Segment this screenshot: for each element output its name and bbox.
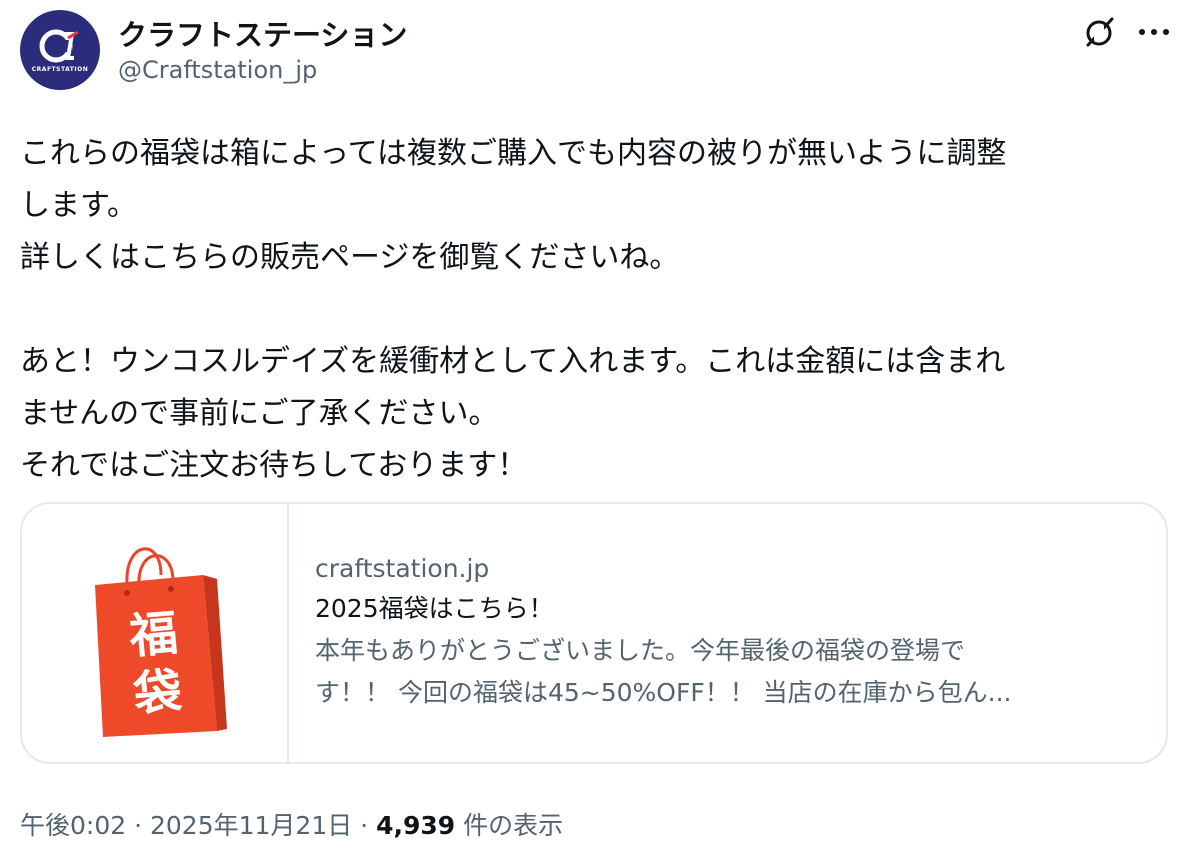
- tweet-paragraph: あと！ウンコスルデイズを緩衝材として入れます。これは金額には含まれ ませんので事…: [20, 344, 1006, 483]
- more-options-icon[interactable]: [1134, 14, 1174, 50]
- link-card[interactable]: 福 袋 craftstation.jp 2025福袋はこちら！ 本年もありがとう…: [20, 502, 1168, 764]
- tweet-paragraph: これらの福袋は箱によっては複数ご購入でも内容の被りが無いように調整 します。 詳…: [20, 136, 1007, 275]
- craftstation-logo-icon: [39, 29, 79, 62]
- card-description-line: す！！ 今回の福袋は45~50%OFF！！ 当店の在庫から包ん...: [315, 678, 1012, 707]
- card-title: 2025福袋はこちら！: [315, 594, 554, 623]
- tweet-time[interactable]: 午後0:02: [20, 811, 126, 840]
- card-domain: craftstation.jp: [315, 554, 490, 583]
- card-description-line: 本年もありがとうございました。今年最後の福袋の登場で: [315, 636, 966, 665]
- card-body: craftstation.jp 2025福袋はこちら！ 本年もありがとうございま…: [289, 504, 1166, 762]
- views-label: 件の表示: [455, 811, 564, 840]
- tweet-meta: 午後0:02 · 2025年11月21日 · 4,939 件の表示: [20, 806, 563, 842]
- display-name[interactable]: クラフトステーション: [118, 12, 407, 54]
- meta-separator: ·: [126, 811, 150, 840]
- card-thumbnail: 福 袋: [22, 504, 289, 762]
- paragraph-spacer: [20, 284, 1180, 336]
- tweet-text: これらの福袋は箱によっては複数ご購入でも内容の被りが無いように調整 します。 詳…: [20, 128, 1180, 492]
- user-handle[interactable]: @Craftstation_jp: [118, 56, 317, 84]
- card-description: 本年もありがとうございました。今年最後の福袋の登場で す！！ 今回の福袋は45~…: [315, 630, 1135, 714]
- meta-separator: ·: [352, 811, 377, 840]
- tweet-date[interactable]: 2025年11月21日: [150, 811, 352, 840]
- grok-icon[interactable]: [1082, 14, 1118, 50]
- avatar-logo-text: CRAFTSTATION: [31, 65, 89, 73]
- views-count: 4,939: [376, 811, 456, 840]
- avatar[interactable]: CRAFTSTATION: [20, 10, 100, 90]
- lucky-bag-icon: 福 袋: [94, 547, 227, 737]
- bag-text-fuku: 福: [126, 605, 180, 665]
- bag-text-bukuro: 袋: [130, 663, 184, 723]
